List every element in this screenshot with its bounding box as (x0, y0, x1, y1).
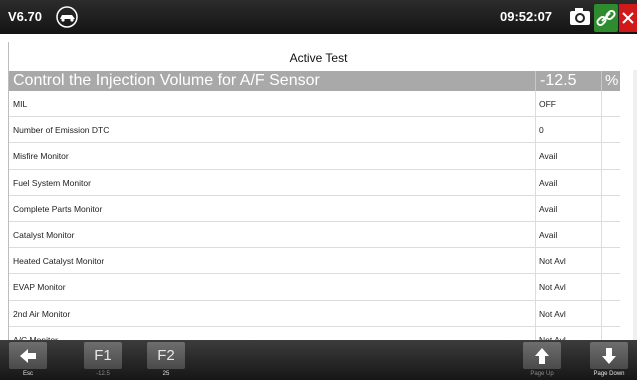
row-unit (601, 221, 620, 248)
active-test-name: Control the Injection Volume for A/F Sen… (13, 72, 320, 89)
arrow-left-icon (20, 349, 36, 363)
close-icon[interactable] (619, 4, 637, 32)
data-stream-list: MIL OFF Number of Emission DTC 0 Misfire… (9, 91, 620, 342)
arrow-down-icon (602, 348, 616, 364)
row-name: Fuel System Monitor (13, 177, 91, 188)
esc-label: Esc (22, 371, 33, 377)
row-unit (601, 248, 620, 274)
row-unit (601, 117, 620, 143)
f2-key: F2 (157, 347, 175, 364)
table-row[interactable]: Number of Emission DTC 0 (9, 117, 620, 144)
row-value: 0 (535, 117, 601, 143)
esc-button[interactable]: Esc (9, 342, 47, 379)
active-test-value: -12.5 (535, 71, 601, 91)
row-value: Avail (535, 169, 601, 195)
row-value: Avail (535, 195, 601, 221)
page-title: Active Test (289, 51, 348, 65)
row-unit (601, 91, 620, 117)
table-row[interactable]: Complete Parts Monitor Avail (9, 195, 620, 222)
table-row[interactable]: Catalyst Monitor Avail (9, 221, 620, 249)
row-unit (601, 274, 620, 300)
table-row[interactable]: 2nd Air Monitor Not Avl (9, 300, 620, 327)
row-unit (601, 169, 620, 195)
row-name: Misfire Monitor (13, 151, 69, 162)
table-row[interactable]: Fuel System Monitor Avail (9, 169, 620, 196)
page-down-button[interactable]: Page Down (590, 342, 628, 379)
table-row[interactable]: Heated Catalyst Monitor Not Avl (9, 248, 620, 275)
arrow-up-icon (535, 348, 549, 364)
camera-icon[interactable] (567, 5, 593, 29)
active-test-item[interactable]: Control the Injection Volume for A/F Sen… (9, 71, 620, 91)
status-bar: V6.70 09:52:07 (0, 0, 637, 34)
vin-car-icon[interactable] (54, 5, 82, 29)
f1-button[interactable]: F1 -12.5 (84, 342, 122, 379)
table-row[interactable]: EVAP Monitor Not Avl (9, 274, 620, 301)
row-value: Avail (535, 221, 601, 248)
table-row[interactable]: Misfire Monitor Avail (9, 143, 620, 170)
bottom-toolbar: Esc F1 -12.5 F2 25 Page Up Page Down (0, 340, 637, 380)
f1-value: -12.5 (96, 371, 110, 377)
row-value: Avail (535, 143, 601, 169)
row-value: Not Avl (535, 274, 601, 300)
table-row[interactable]: MIL OFF (9, 91, 620, 118)
page-up-button[interactable]: Page Up (523, 342, 561, 379)
active-test-panel: Active Test Control the Injection Volume… (8, 42, 637, 342)
row-name: Catalyst Monitor (13, 229, 75, 240)
row-value: Not Avl (535, 300, 601, 326)
row-name: Number of Emission DTC (13, 125, 110, 136)
software-version: V6.70 (8, 9, 42, 24)
row-name: 2nd Air Monitor (13, 308, 71, 319)
f2-button[interactable]: F2 25 (147, 342, 185, 379)
active-test-unit: % (601, 71, 620, 91)
row-unit (601, 300, 620, 326)
page-up-label: Page Up (530, 371, 554, 377)
link-icon[interactable] (594, 4, 618, 32)
f2-value: 25 (162, 371, 170, 377)
f1-key: F1 (94, 347, 112, 364)
scrollbar[interactable] (633, 70, 637, 342)
row-name: EVAP Monitor (13, 282, 66, 293)
row-name: MIL (13, 99, 28, 109)
row-name: Heated Catalyst Monitor (13, 256, 105, 267)
row-unit (601, 143, 620, 169)
row-value: OFF (535, 91, 601, 117)
clock: 09:52:07 (500, 9, 553, 24)
row-name: Complete Parts Monitor (13, 203, 103, 214)
page-down-label: Page Down (593, 371, 625, 377)
row-unit (601, 195, 620, 221)
row-value: Not Avl (535, 248, 601, 274)
